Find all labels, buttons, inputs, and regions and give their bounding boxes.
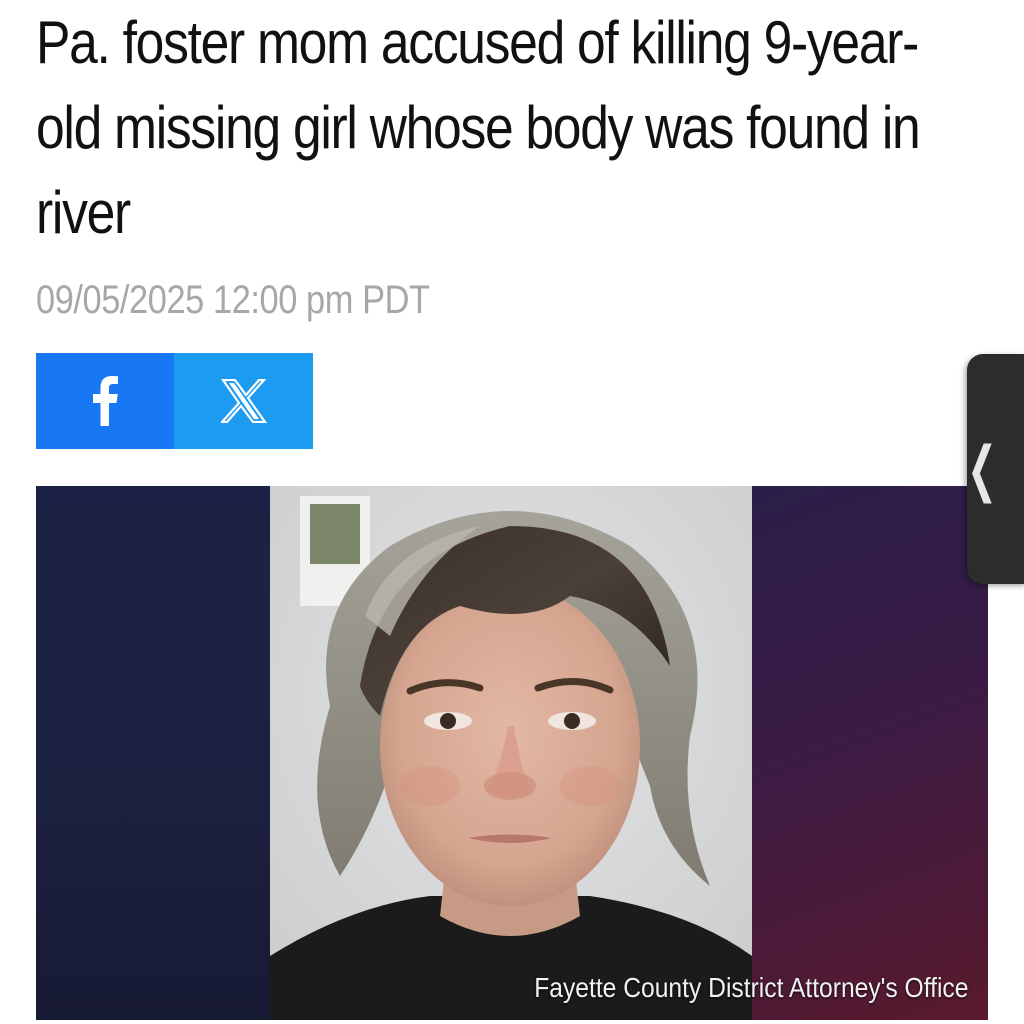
- facebook-share-button[interactable]: [36, 353, 174, 449]
- x-share-button[interactable]: [174, 353, 313, 449]
- side-panel-toggle[interactable]: ❮: [967, 354, 1024, 584]
- mugshot-photo: [270, 486, 752, 1020]
- article-timestamp: 09/05/2025 12:00 pm PDT: [36, 278, 430, 322]
- photo-credit: Fayette County District Attorney's Offic…: [533, 972, 968, 1003]
- facebook-icon: [91, 376, 119, 426]
- hero-background-left: [36, 486, 270, 1020]
- article-headline: Pa. foster mom accused of killing 9-year…: [36, 9, 921, 246]
- hero-background-right: [752, 486, 988, 1020]
- x-icon: [220, 379, 267, 423]
- share-bar: [36, 353, 313, 449]
- article-hero-image: Fayette County District Attorney's Offic…: [36, 486, 988, 1020]
- chevron-left-icon: ❮: [966, 434, 998, 504]
